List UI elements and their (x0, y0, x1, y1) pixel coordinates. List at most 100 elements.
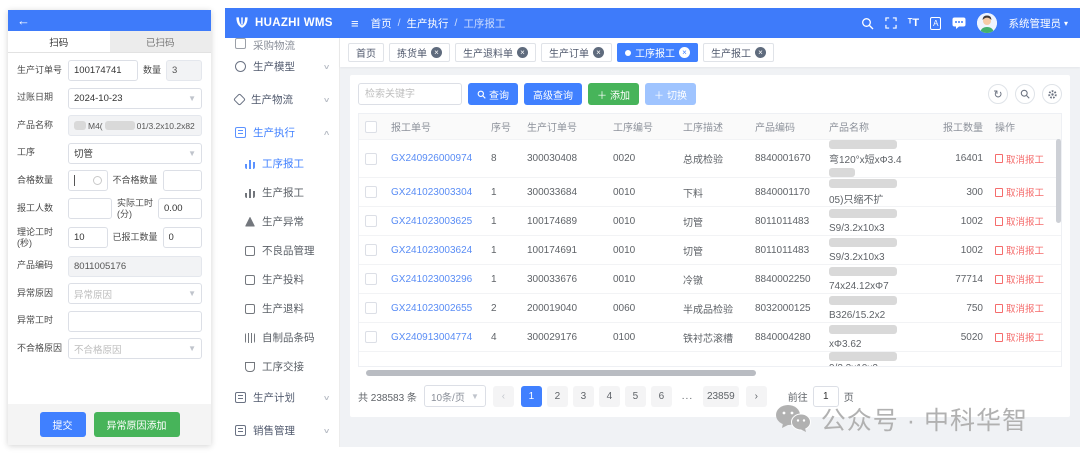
production-order-input[interactable] (74, 65, 132, 76)
page-number[interactable]: 23859 (703, 386, 739, 407)
sidebar-subitem[interactable]: 生产异常 (225, 207, 339, 236)
cancel-report-link[interactable]: 取消报工 (995, 330, 1044, 344)
sidebar-subitem[interactable]: 生产报工 (225, 178, 339, 207)
breadcrumb-home[interactable]: 首页 (371, 16, 392, 31)
row-checkbox[interactable] (365, 273, 377, 285)
cancel-report-link[interactable]: 取消报工 (995, 185, 1044, 199)
report-no-link[interactable]: GX240926000974 (391, 153, 472, 164)
sidebar-subitem-label: 工序交接 (262, 359, 304, 374)
cancel-report-link[interactable]: 取消报工 (995, 301, 1044, 315)
keyword-search-input[interactable] (358, 83, 462, 105)
table-row: GX24091300477443000291760100铁衬芯滚槽8840004… (359, 322, 1061, 351)
tab-scanned[interactable]: 已扫码 (110, 31, 212, 52)
sidebar-item[interactable]: 生产执行 ∧ (225, 116, 339, 149)
close-icon[interactable]: × (517, 47, 528, 58)
row-checkbox[interactable] (365, 215, 377, 227)
report-no-link[interactable]: GX241023003296 (391, 274, 472, 285)
report-no-link[interactable]: GX241023002655 (391, 303, 472, 314)
cancel-report-link[interactable]: 取消报工 (995, 152, 1044, 166)
actual-hours-input[interactable] (164, 203, 196, 214)
row-checkbox[interactable] (365, 244, 377, 256)
row-checkbox[interactable] (365, 302, 377, 314)
sidebar-subitem[interactable]: 工序交接 (225, 352, 339, 381)
page-number[interactable]: 6 (651, 386, 672, 407)
nav-tab[interactable]: 工序报工 × (617, 43, 698, 62)
workers-input[interactable] (74, 203, 106, 214)
close-icon[interactable]: × (593, 47, 604, 58)
font-size-icon[interactable]: ᵀT (908, 17, 919, 29)
nav-tab[interactable]: 生产订单 × (541, 43, 612, 62)
add-abnormal-reason-button[interactable]: 异常原因添加 (94, 412, 180, 437)
collapse-menu-icon[interactable]: ≡ (351, 16, 359, 31)
sidebar-subitem[interactable]: 生产投料 (225, 265, 339, 294)
back-arrow-icon[interactable]: ← (17, 14, 30, 27)
sidebar-subitem[interactable]: 自制品条码 (225, 323, 339, 352)
toggle-button[interactable]: ＋ 切换 (645, 83, 696, 105)
page-size-select[interactable]: 10条/页 ▼ (424, 385, 486, 407)
post-date-select[interactable]: 2024-10-23 ▼ (68, 88, 202, 109)
app-header: HUAZHI WMS ≡ 首页 / 生产执行 / 工序报工 ᵀT A (225, 8, 1080, 38)
prev-page-button[interactable]: ‹ (493, 386, 514, 407)
vertical-scrollbar[interactable] (1056, 139, 1061, 223)
sidebar-item[interactable]: 销售管理 ∨ (225, 414, 339, 447)
abnormal-hours-input[interactable] (74, 316, 196, 327)
close-icon[interactable]: × (431, 47, 442, 58)
theory-hours-input[interactable] (74, 232, 102, 243)
clear-icon[interactable] (93, 176, 102, 185)
unqualified-qty-input[interactable] (169, 175, 197, 186)
refresh-button[interactable]: ↻ (988, 84, 1008, 104)
close-icon[interactable]: × (755, 47, 766, 58)
sidebar-subitem[interactable]: 生产退料 (225, 294, 339, 323)
cancel-report-link[interactable]: 取消报工 (995, 243, 1044, 257)
add-button[interactable]: ＋ 添加 (588, 83, 639, 105)
sidebar-item[interactable]: 生产物流 ∨ (225, 83, 339, 116)
sidebar-item[interactable]: 生产模型 ∨ (225, 50, 339, 83)
select-all-checkbox[interactable] (365, 121, 377, 133)
submit-button[interactable]: 提交 (40, 412, 86, 437)
unqualified-reason-select[interactable]: 不合格原因 ▼ (68, 338, 202, 359)
user-avatar[interactable] (977, 13, 997, 33)
page-number[interactable]: 4 (599, 386, 620, 407)
tab-scan[interactable]: 扫码 (8, 31, 110, 52)
ellipsis-pages[interactable]: ... (677, 386, 698, 407)
user-menu[interactable]: 系统管理员 ▾ (1008, 16, 1068, 31)
breadcrumb-section[interactable]: 生产执行 (407, 16, 449, 31)
process-select[interactable]: 切管 ▼ (68, 143, 202, 164)
nav-tab[interactable]: 首页 (348, 43, 384, 62)
translate-icon[interactable]: A (930, 17, 941, 30)
reported-qty-input[interactable] (169, 232, 197, 243)
search-icon[interactable] (861, 17, 874, 30)
nav-tab[interactable]: 生产退料单 × (455, 43, 536, 62)
page-number[interactable]: 1 (521, 386, 542, 407)
cancel-report-link[interactable]: 取消报工 (995, 214, 1044, 228)
settings-gear-button[interactable] (1042, 84, 1062, 104)
page-number[interactable]: 5 (625, 386, 646, 407)
qualified-qty-input[interactable] (68, 170, 108, 191)
sidebar-item[interactable]: 生产计划 ∨ (225, 381, 339, 414)
abnormal-reason-select[interactable]: 异常原因 ▼ (68, 283, 202, 304)
sidebar-subitem[interactable]: 工序报工 (225, 149, 339, 178)
sidebar-subitem[interactable]: 不良品管理 (225, 236, 339, 265)
report-no-link[interactable]: GX241023003625 (391, 216, 472, 227)
query-button[interactable]: 查询 (468, 83, 518, 105)
next-page-button[interactable]: › (746, 386, 767, 407)
cancel-report-link[interactable]: 取消报工 (995, 272, 1044, 286)
zoom-button[interactable] (1015, 84, 1035, 104)
fullscreen-icon[interactable] (885, 17, 897, 29)
report-no-link[interactable]: GX241023003624 (391, 245, 472, 256)
horizontal-scrollbar[interactable] (358, 370, 1062, 376)
close-icon[interactable]: × (679, 47, 690, 58)
sidebar-item[interactable]: 采购物流 (225, 38, 339, 50)
row-checkbox[interactable] (365, 331, 377, 343)
row-checkbox[interactable] (365, 186, 377, 198)
report-no-link[interactable]: GX241023003304 (391, 187, 472, 198)
advanced-query-button[interactable]: 高级查询 (524, 83, 582, 105)
row-checkbox[interactable] (365, 153, 377, 165)
report-no-link[interactable]: GX240913004774 (391, 332, 472, 343)
nav-tab[interactable]: 生产报工 × (703, 43, 774, 62)
message-icon[interactable] (952, 17, 966, 29)
page-number[interactable]: 2 (547, 386, 568, 407)
page-number[interactable]: 3 (573, 386, 594, 407)
form-row: 异常工时 (17, 311, 202, 332)
nav-tab[interactable]: 拣货单 × (389, 43, 450, 62)
